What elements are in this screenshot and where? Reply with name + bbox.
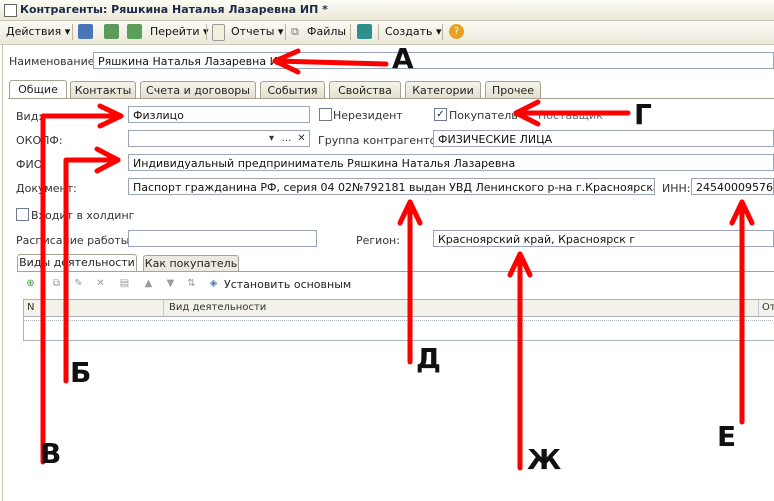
- annotation-letter-a: А: [392, 42, 414, 75]
- annotation-letter-e: Е: [717, 420, 737, 453]
- annotation-letter-v: В: [40, 437, 62, 470]
- annotation-letter-d: Д: [416, 342, 441, 375]
- arrow-v: [40, 113, 124, 465]
- annotation-arrows: [40, 48, 755, 471]
- annotation-letter-g: Г: [634, 98, 652, 131]
- annotation-letter-zh: Ж: [527, 443, 562, 476]
- annotation-letter-b: Б: [70, 356, 92, 389]
- arrow-a: [272, 58, 389, 67]
- arrow-b: [63, 157, 121, 384]
